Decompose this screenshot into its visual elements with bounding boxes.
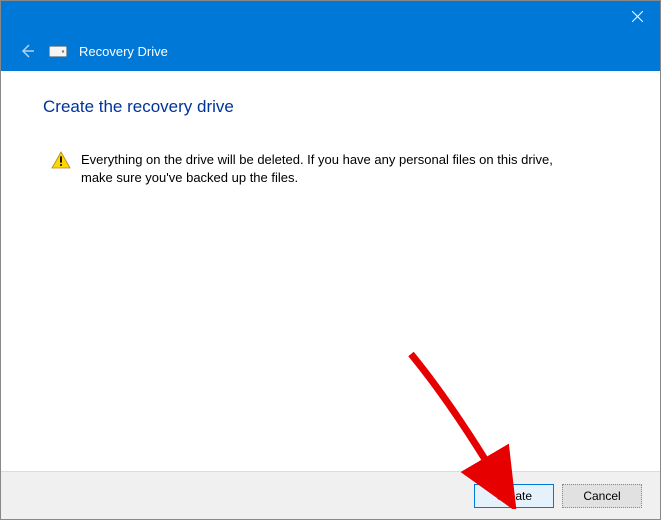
warning-text: Everything on the drive will be deleted.… xyxy=(81,151,578,187)
warning-row: Everything on the drive will be deleted.… xyxy=(43,151,618,187)
footer: Create Cancel xyxy=(1,471,660,519)
warning-icon xyxy=(51,151,71,174)
header: Recovery Drive xyxy=(1,31,660,71)
content-area: Create the recovery drive Everything on … xyxy=(1,71,660,471)
header-title: Recovery Drive xyxy=(79,44,168,59)
page-title: Create the recovery drive xyxy=(43,97,618,117)
titlebar xyxy=(1,1,660,31)
back-button[interactable] xyxy=(15,39,39,63)
cancel-button[interactable]: Cancel xyxy=(562,484,642,508)
close-button[interactable] xyxy=(615,1,660,31)
drive-icon xyxy=(49,45,67,57)
back-arrow-icon xyxy=(18,42,36,60)
close-icon xyxy=(632,11,643,22)
create-button[interactable]: Create xyxy=(474,484,554,508)
